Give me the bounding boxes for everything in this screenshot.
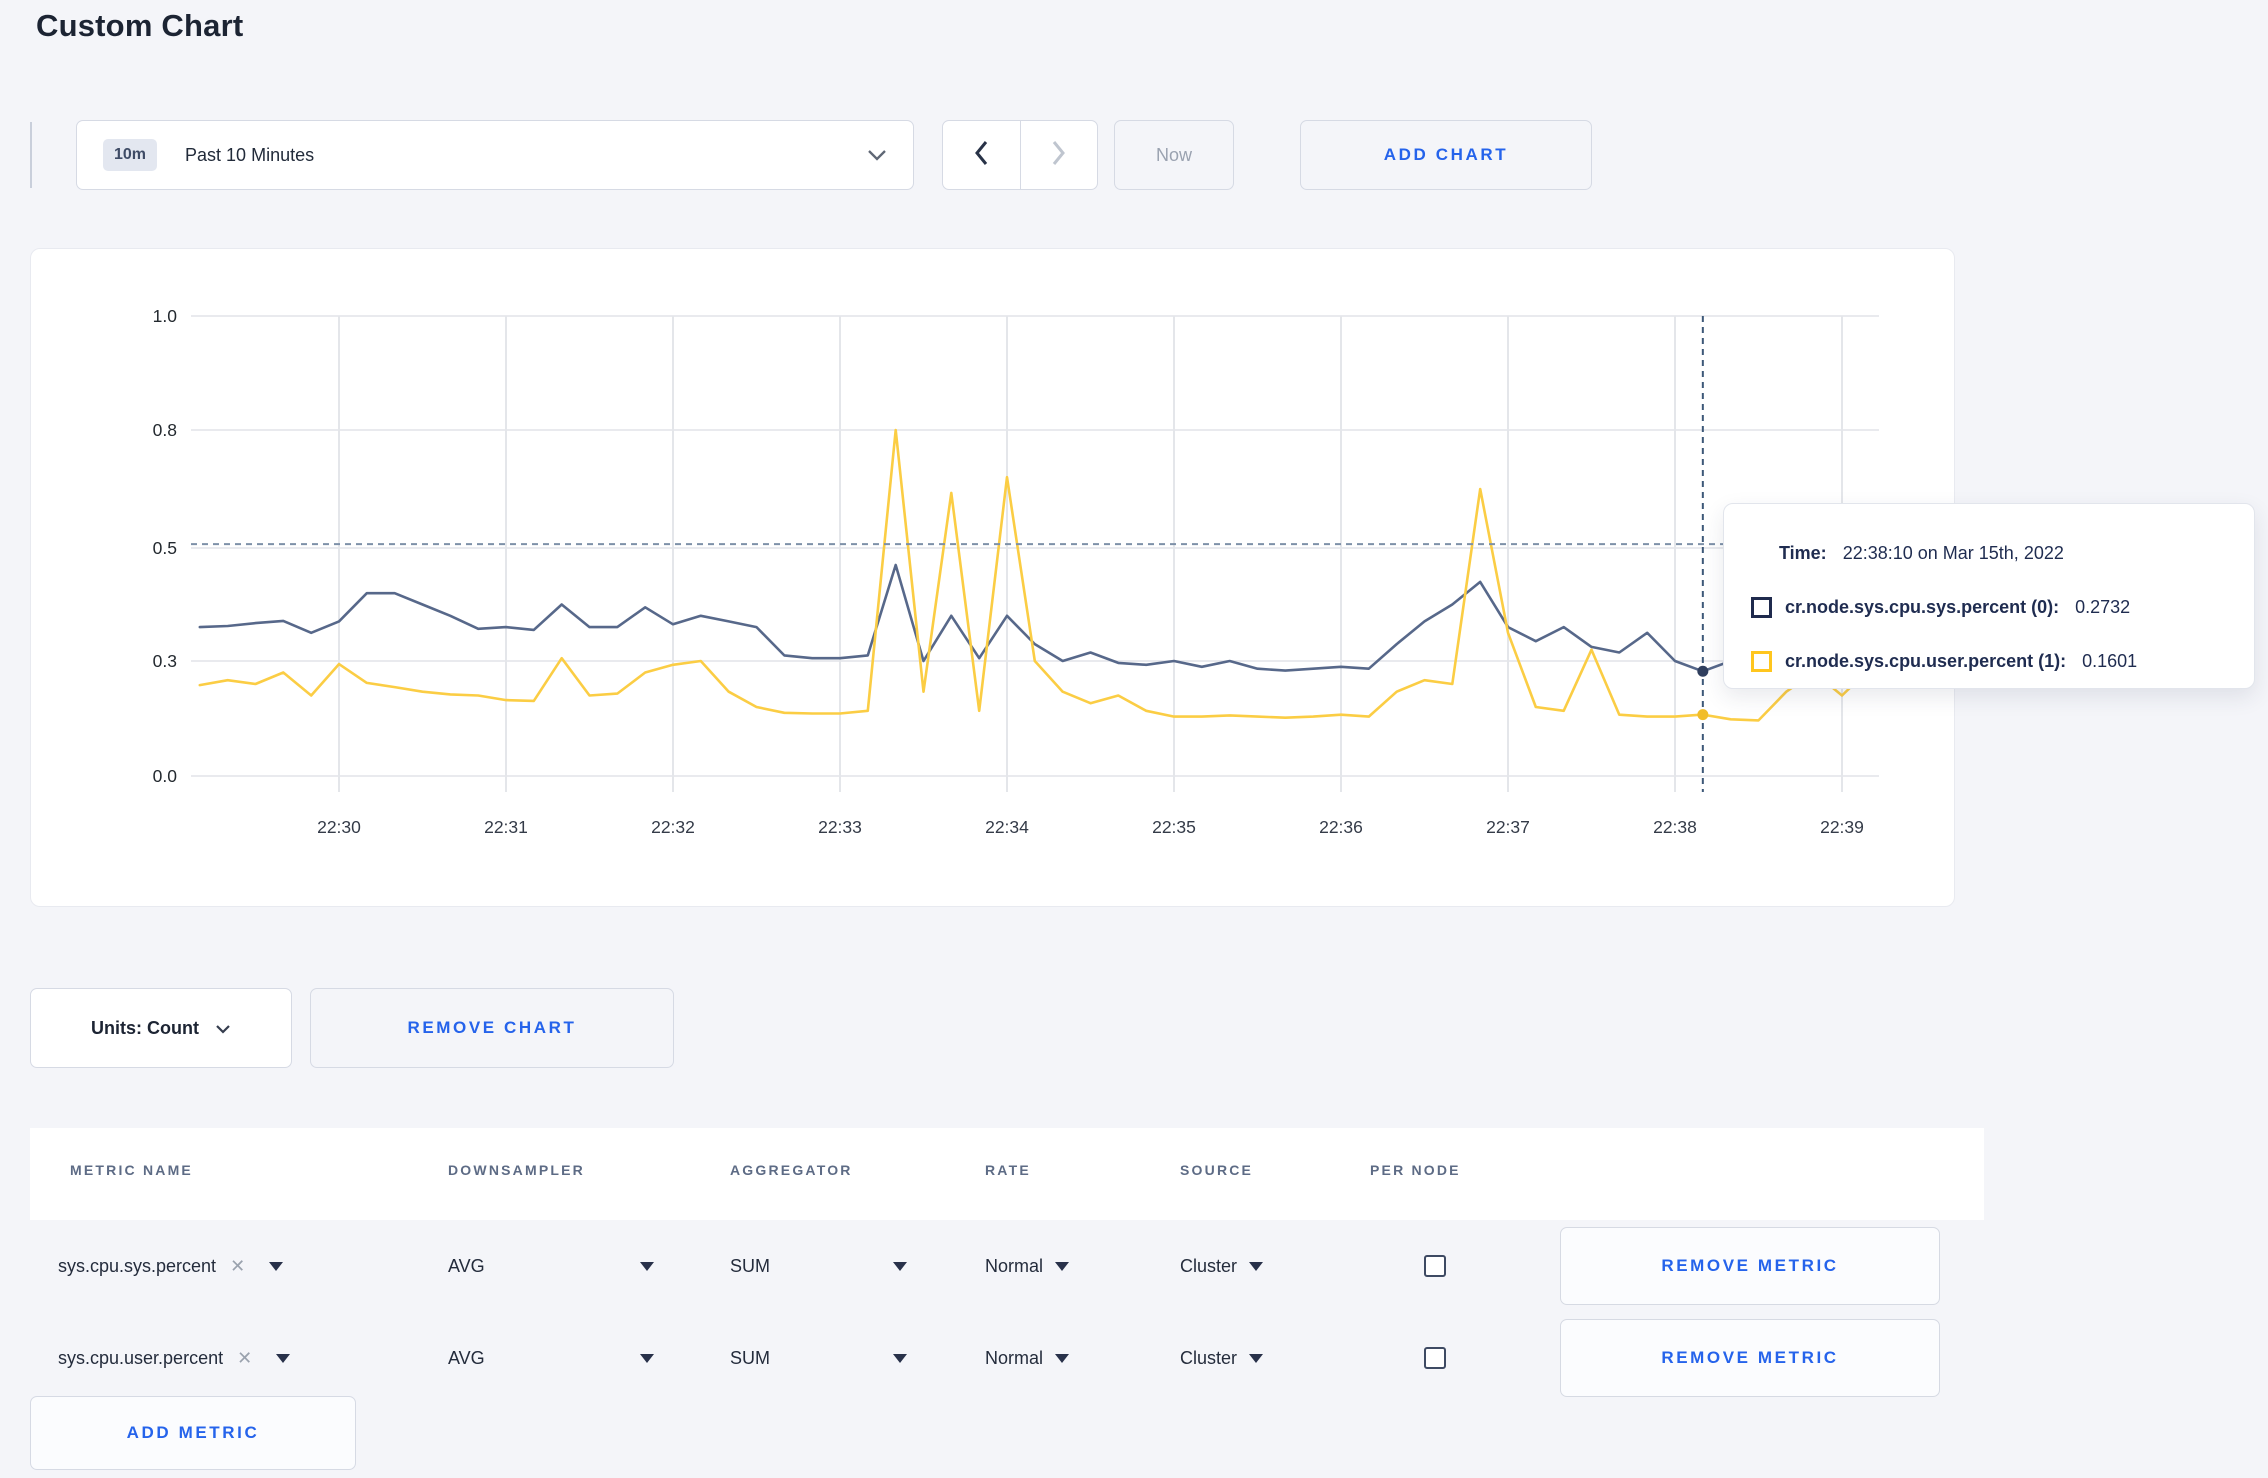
remove-chart-button[interactable]: REMOVE CHART: [310, 988, 674, 1068]
per-node-cell: [1424, 1312, 1446, 1404]
downsampler-caret[interactable]: [640, 1220, 654, 1312]
time-window-badge: 10m: [103, 139, 158, 171]
aggregator-caret[interactable]: [893, 1312, 907, 1404]
downsampler-value: AVG: [448, 1347, 485, 1368]
units-dropdown[interactable]: Units: Count: [30, 988, 292, 1068]
svg-text:0.8: 0.8: [153, 420, 177, 440]
svg-text:22:35: 22:35: [1152, 817, 1196, 837]
aggregator-caret[interactable]: [893, 1220, 907, 1312]
tooltip-series-value: 0.2732: [2075, 596, 2131, 617]
chevron-down-icon: [867, 149, 887, 161]
remove-metric-button[interactable]: REMOVE METRIC: [1560, 1227, 1940, 1305]
chevron-right-icon: [1051, 140, 1066, 171]
svg-text:22:37: 22:37: [1486, 817, 1530, 837]
rate-select[interactable]: Normal: [985, 1220, 1070, 1312]
svg-text:22:39: 22:39: [1820, 817, 1864, 837]
rate-value: Normal: [985, 1255, 1044, 1276]
now-button[interactable]: Now: [1114, 120, 1234, 190]
clear-metric-icon[interactable]: ✕: [230, 1256, 245, 1277]
clear-metric-icon[interactable]: ✕: [237, 1348, 252, 1369]
metric-row: sys.cpu.sys.percent ✕ AVG SUM Normal Clu…: [30, 1220, 1984, 1312]
cpu-usage-line-chart[interactable]: 22:30 22:31 22:32 22:33 22:34 22:35 22:36 22:37…: [31, 249, 1954, 906]
caret-down-icon[interactable]: [269, 1261, 284, 1271]
svg-text:22:36: 22:36: [1319, 817, 1363, 837]
col-header-rate: RATE: [985, 1162, 1031, 1178]
tooltip-series-name: cr.node.sys.cpu.sys.percent (0):: [1785, 596, 2060, 617]
time-window-label: Past 10 Minutes: [185, 144, 315, 165]
svg-text:22:32: 22:32: [651, 817, 695, 837]
col-header-metric-name: METRIC NAME: [70, 1162, 193, 1178]
svg-text:22:30: 22:30: [317, 817, 361, 837]
chevron-down-icon: [215, 1018, 231, 1039]
per-node-checkbox[interactable]: [1424, 1255, 1446, 1277]
source-value: Cluster: [1180, 1255, 1238, 1276]
col-header-downsampler: DOWNSAMPLER: [448, 1162, 585, 1178]
aggregator-value: SUM: [730, 1347, 770, 1368]
metric-name-value: sys.cpu.user.percent: [58, 1347, 224, 1368]
per-node-checkbox[interactable]: [1424, 1347, 1446, 1369]
downsampler-caret[interactable]: [640, 1312, 654, 1404]
rate-select[interactable]: Normal: [985, 1312, 1070, 1404]
add-metric-button[interactable]: ADD METRIC: [30, 1396, 356, 1470]
downsampler-select[interactable]: AVG: [448, 1220, 485, 1312]
source-select[interactable]: Cluster: [1180, 1312, 1264, 1404]
next-time-button[interactable]: [1021, 121, 1098, 189]
chevron-left-icon: [974, 140, 989, 171]
tooltip-time-value: 22:38:10 on Mar 15th, 2022: [1842, 542, 2064, 563]
page-title: Custom Chart: [36, 8, 244, 43]
tooltip-time-label: Time:: [1779, 542, 1827, 563]
time-window-dropdown[interactable]: 10m Past 10 Minutes: [76, 120, 914, 190]
sys-percent-swatch-icon: [1751, 596, 1772, 618]
prev-time-button[interactable]: [943, 121, 1021, 189]
units-label: Units: Count: [91, 1017, 199, 1038]
svg-text:0.3: 0.3: [153, 651, 177, 671]
remove-metric-button[interactable]: REMOVE METRIC: [1560, 1319, 1940, 1397]
metrics-table-header: METRIC NAME DOWNSAMPLER AGGREGATOR RATE …: [30, 1128, 1984, 1220]
svg-text:0.0: 0.0: [153, 766, 178, 786]
metric-name-dropdown[interactable]: sys.cpu.sys.percent ✕: [58, 1220, 284, 1312]
svg-text:22:34: 22:34: [985, 817, 1029, 837]
metric-row: sys.cpu.user.percent ✕ AVG SUM Normal Cl…: [30, 1312, 1984, 1404]
per-node-cell: [1424, 1220, 1446, 1312]
tooltip-series-row: cr.node.sys.cpu.user.percent (1): 0.1601: [1751, 634, 2234, 688]
svg-text:1.0: 1.0: [153, 306, 178, 326]
tooltip-series-name: cr.node.sys.cpu.user.percent (1):: [1785, 650, 2067, 671]
col-header-aggregator: AGGREGATOR: [730, 1162, 853, 1178]
caret-down-icon[interactable]: [276, 1353, 291, 1363]
tooltip-series-value: 0.1601: [2082, 650, 2138, 671]
rate-value: Normal: [985, 1347, 1044, 1368]
svg-text:22:38: 22:38: [1653, 817, 1697, 837]
svg-text:0.5: 0.5: [153, 538, 177, 558]
toolbar-divider: [30, 122, 32, 188]
downsampler-value: AVG: [448, 1255, 485, 1276]
downsampler-select[interactable]: AVG: [448, 1312, 485, 1404]
col-header-source: SOURCE: [1180, 1162, 1254, 1178]
tooltip-time-row: Time: 22:38:10 on Mar 15th, 2022: [1779, 526, 2234, 580]
svg-text:22:31: 22:31: [484, 817, 528, 837]
svg-text:22:33: 22:33: [818, 817, 862, 837]
tooltip-series-row: cr.node.sys.cpu.sys.percent (0): 0.2732: [1751, 580, 2234, 634]
source-value: Cluster: [1180, 1347, 1238, 1368]
chart-tooltip: Time: 22:38:10 on Mar 15th, 2022 cr.node…: [1723, 503, 2255, 689]
time-nav-group: [942, 120, 1098, 190]
metric-name-dropdown[interactable]: sys.cpu.user.percent ✕: [58, 1312, 291, 1404]
add-chart-button[interactable]: ADD CHART: [1300, 120, 1592, 190]
col-header-per-node: PER NODE: [1370, 1162, 1461, 1178]
aggregator-select[interactable]: SUM: [730, 1312, 770, 1404]
aggregator-value: SUM: [730, 1255, 770, 1276]
custom-chart-page: Custom Chart 10m Past 10 Minutes Now ADD…: [0, 0, 2268, 1478]
metric-name-value: sys.cpu.sys.percent: [58, 1255, 217, 1276]
user-percent-swatch-icon: [1751, 650, 1772, 672]
cpu-usage-chart-card: 22:30 22:31 22:32 22:33 22:34 22:35 22:36 22:37…: [30, 248, 1955, 907]
aggregator-select[interactable]: SUM: [730, 1220, 770, 1312]
source-select[interactable]: Cluster: [1180, 1220, 1264, 1312]
